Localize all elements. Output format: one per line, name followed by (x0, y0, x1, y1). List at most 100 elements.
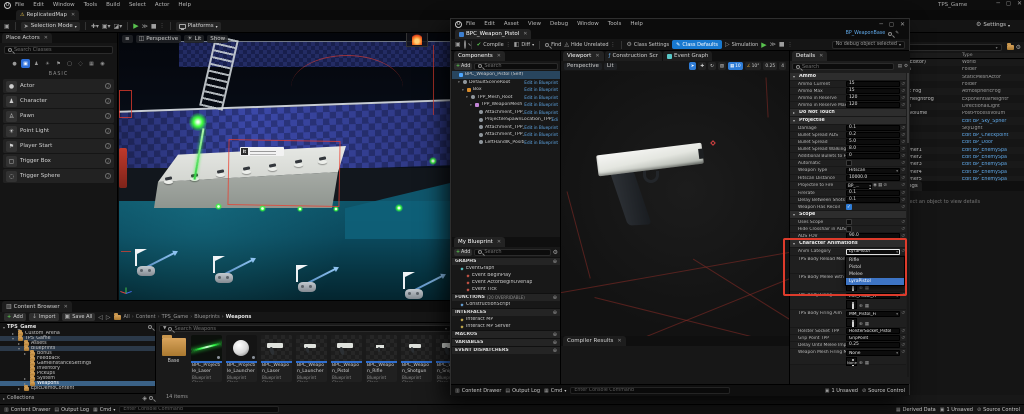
detail-row[interactable]: ▸ Do Not Touch ▾ ▾◉▦⊘ ▾ ⊕▦ ↺ (790, 109, 906, 117)
move-tool-icon[interactable]: ✚ (698, 62, 706, 70)
property-value-area[interactable]: 15 15▾ 15 15▾◉▦⊘ 15▾ ⊕▦ (846, 88, 900, 94)
detail-row[interactable]: Delay Between Shots 0.1 0.1▾ 0.1 0.1▾◉▦⊘… (790, 197, 906, 204)
editor-mode-dropdown[interactable]: ➤Selection Mode▾ (21, 22, 80, 31)
menu-item[interactable]: Debug (550, 21, 568, 27)
reset-to-default-icon[interactable]: ↺ (901, 168, 905, 173)
checkbox[interactable] (846, 219, 852, 225)
bp-viewport-scene[interactable] (561, 71, 789, 336)
content-drawer-button[interactable]: ▥Content Drawer (4, 407, 50, 413)
debug-object-dropdown[interactable]: No debug object selected▾ (832, 41, 905, 49)
reset-to-default-icon[interactable]: ↺ (901, 227, 905, 232)
detail-row[interactable]: Grip Point TPP GripPoint GripPoint▾ Grip… (790, 335, 906, 342)
asset-tile[interactable]: BPC_Weapon_Laser Blueprint Class (261, 335, 292, 382)
console-input[interactable] (119, 406, 279, 413)
place-actor-item[interactable]: ◌ Trigger Sphere i (3, 169, 114, 184)
content-browser-tab[interactable]: ▥Content Browser✕ (2, 301, 72, 312)
my-blueprint-search[interactable]: Search (474, 249, 550, 256)
tree-root[interactable]: ▾TPS_Game (0, 323, 155, 331)
detail-row[interactable]: Projectile to Fire BP_... BP_...▾ BP_...… (790, 182, 906, 190)
detail-row[interactable]: Damage 0.1 0.1▾ 0.1 0.1▾◉▦⊘ 0.1▾ ⊕▦ ↺ (790, 125, 906, 132)
search-icon[interactable] (888, 32, 892, 36)
detail-row[interactable]: Delay Until Melee Impact 0.25 0.25▾ 0.25… (790, 342, 906, 349)
detail-row[interactable]: ▾ Scope ▾ ▾◉▦⊘ ▾ ⊕▦ ↺ (790, 211, 906, 219)
property-value-area[interactable]: 15 15▾ 15 15▾◉▦⊘ 15▾ ⊕▦ (846, 81, 900, 87)
category-volumes-icon[interactable]: ◉ (98, 59, 107, 68)
reset-to-default-icon[interactable]: ↺ (901, 220, 905, 225)
detail-row[interactable]: Bullet Spread ADS 0.2 0.2▾ 0.2 0.2▾◉▦⊘ 0… (790, 132, 906, 139)
outliner-item-type[interactable]: Edit BP_EnemySpa (962, 170, 1024, 175)
expand-arrow-icon[interactable]: ▾ (466, 95, 470, 99)
cmd-dropdown[interactable]: ▦Cmd▾ (93, 407, 115, 413)
detail-row[interactable]: ▾ Projectile ▾ ▾◉▦⊘ ▾ ⊕▦ ↺ (790, 117, 906, 125)
stop-icon[interactable]: ■ (779, 41, 785, 48)
add-icon[interactable]: ⊕ (553, 332, 557, 338)
play-options-icon[interactable]: ⋮ (788, 42, 793, 48)
asset-search[interactable]: ▼Search Weapons▾ (159, 325, 451, 332)
category-lights-icon[interactable]: ☀ (43, 59, 52, 68)
detail-row[interactable]: Hide Crosshair in ADS ▾ ▾◉▦⊘ ▾ ⊕▦ ↺ (790, 226, 906, 233)
rotate-tool-icon[interactable]: ↻ (708, 62, 716, 70)
details-search[interactable]: Search (792, 63, 894, 70)
menu-item[interactable]: Help (178, 2, 191, 8)
outliner-item-type[interactable]: PostProcessVolum (962, 111, 1024, 116)
number-field[interactable]: 15 (846, 81, 900, 87)
display-options-icon[interactable]: ▤ (898, 64, 902, 69)
lock-icon[interactable]: ◈ (142, 395, 147, 402)
outliner-item-type[interactable]: Edit BP_Sky_Spher (962, 119, 1024, 124)
add-icon[interactable]: ⊕ (553, 295, 557, 301)
detail-row[interactable]: Weapon Has Recoil ▾ ▾◉▦⊘ ▾ ⊕▦ ↺ (790, 204, 906, 211)
asset-dropdown[interactable]: MM_Pistol_Fi▾ (846, 311, 900, 317)
reset-to-default-icon[interactable]: ↺ (901, 183, 905, 188)
outliner-item-type[interactable]: Edit BP_EnemySpa (962, 155, 1024, 160)
text-field[interactable]: GripPoint (846, 335, 900, 341)
detail-row[interactable]: TPS Body Firing Aim MM_Pistol_Fi MM_Pist… (790, 310, 906, 328)
number-field[interactable]: 0.1 (846, 190, 900, 196)
menu-item[interactable]: Window (53, 2, 75, 8)
collections-bar[interactable]: ▸Collections◈ (0, 393, 156, 402)
browse-icon[interactable]: ▦ (865, 322, 869, 327)
hide-unrelated-button[interactable]: ◬Hide Unrelated⋮ (564, 41, 615, 48)
use-selected-icon[interactable]: ◉ (873, 183, 877, 188)
browse-icon[interactable]: ▦ (865, 304, 869, 309)
outliner-item-type[interactable]: ExponentialHeightF (962, 97, 1024, 102)
maximize-button[interactable]: ◻ (889, 21, 894, 28)
menu-item[interactable]: Tools (84, 2, 98, 8)
property-value-area[interactable]: HolsterSocket_Pistol HolsterSocket_Pisto… (846, 328, 900, 334)
menu-item[interactable]: Build (106, 2, 120, 8)
close-button[interactable]: ✕ (1017, 0, 1022, 7)
detail-row[interactable]: Bullet Spread Walking Multiplier 8.0 8.0… (790, 146, 906, 153)
rotation-snap-toggle[interactable]: ∠10° (745, 62, 762, 70)
add-actor-icon[interactable]: ✚▾ (91, 23, 99, 30)
blueprints-dropdown-icon[interactable]: ▣▾ (102, 23, 111, 30)
breadcrumb-item[interactable]: All (124, 314, 130, 320)
outliner-item-type[interactable]: Edit BP_Checkpoint (962, 133, 1024, 138)
asset-tile[interactable]: BPC_Weapon_Pistol Blueprint Class (331, 335, 362, 382)
components-search[interactable]: Search (474, 63, 558, 70)
property-value-area[interactable]: 0.25 0.25▾ 0.25 0.25▾◉▦⊘ 0.25▾ ⊕▦ (846, 342, 900, 348)
reset-to-default-icon[interactable]: ↺ (901, 89, 905, 94)
gear-icon[interactable]: ⚙ (904, 64, 908, 69)
add-icon[interactable]: ⊕ (553, 340, 557, 346)
camera-speed[interactable]: 4 (779, 62, 786, 70)
add-new-button[interactable]: +Add (454, 249, 472, 256)
number-field[interactable]: 120 (846, 95, 900, 101)
category-geometry-icon[interactable]: ▦ (87, 59, 96, 68)
breadcrumb-item[interactable]: Blueprints (190, 314, 219, 320)
add-icon[interactable]: ⊕ (553, 259, 557, 265)
my-blueprint-row[interactable]: ◆ Event BeginPlay ⊕ (452, 272, 560, 279)
diff-dropdown[interactable]: ◧Diff▾ (514, 41, 534, 48)
text-field[interactable]: HolsterSocket_Pistol (846, 328, 900, 334)
close-icon[interactable]: ✕ (497, 53, 501, 59)
clear-icon[interactable]: ⊘ (883, 183, 887, 188)
components-tab[interactable]: Components✕ (454, 51, 505, 61)
menu-item[interactable]: Help (630, 21, 643, 27)
reset-to-default-icon[interactable]: ↺ (901, 198, 905, 203)
property-value-area[interactable]: GripPoint GripPoint▾ GripPoint GripPoint… (846, 335, 900, 341)
outliner-item-type[interactable]: DirectionalLight (962, 104, 1024, 109)
detail-row[interactable]: Additional Bullets to Fire 0 0▾ 0 0▾◉▦⊘ … (790, 153, 906, 160)
scale-snap-toggle[interactable]: 0.25 (763, 62, 777, 70)
content-drawer-button[interactable]: ▥Content Drawer (455, 388, 501, 394)
menu-item[interactable]: Select (129, 2, 146, 8)
number-field[interactable]: 0 (846, 153, 900, 159)
detail-row[interactable]: Holster Socket TPP HolsterSocket_Pistol … (790, 328, 906, 335)
